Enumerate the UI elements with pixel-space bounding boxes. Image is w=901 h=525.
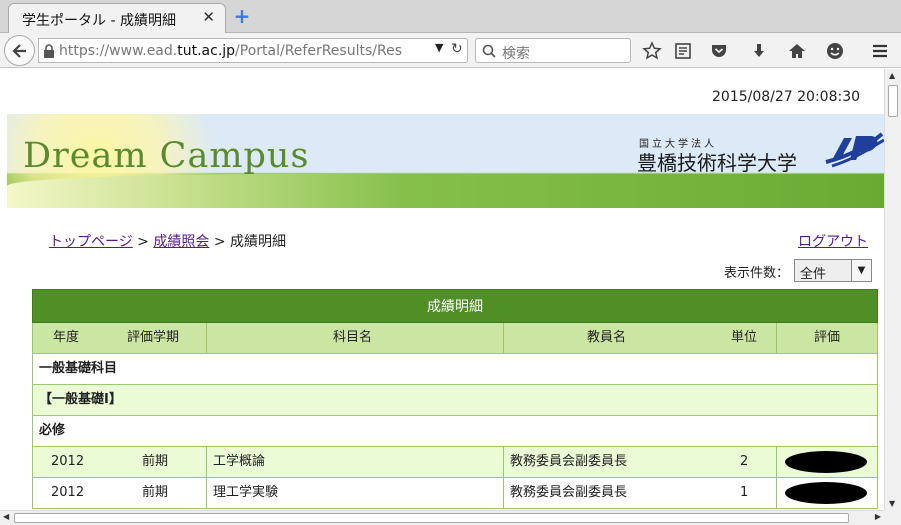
cell-year: 2012 xyxy=(51,485,85,500)
site-banner: Dream Campus 国立大学法人 豊橋技術科学大学 xyxy=(7,114,884,208)
column-divider xyxy=(503,323,504,353)
header-grade: 評価 xyxy=(814,330,841,345)
scroll-down-arrow-icon[interactable]: ▼ xyxy=(889,499,895,508)
column-divider xyxy=(776,323,777,353)
cell-term: 前期 xyxy=(142,454,169,469)
section-label: 一般基礎科目 xyxy=(39,361,118,376)
column-divider xyxy=(206,478,207,508)
column-divider xyxy=(206,447,207,477)
display-count-select[interactable]: 全件 ▼ xyxy=(794,259,872,282)
url-text: https://www.ead.tut.ac.jp/Portal/ReferRe… xyxy=(59,43,402,59)
scroll-right-arrow-icon[interactable]: ▶ xyxy=(875,512,881,521)
back-arrow-icon xyxy=(12,44,26,58)
cell-year: 2012 xyxy=(51,454,85,469)
search-icon xyxy=(482,44,496,58)
university-logo-icon xyxy=(825,132,884,168)
display-count-label: 表示件数： xyxy=(724,266,790,281)
tab-title: 学生ポータル - 成績明細 xyxy=(22,13,176,29)
category-row: 必修 xyxy=(32,416,878,447)
hello-smiley-icon[interactable] xyxy=(825,41,845,61)
cell-credits: 1 xyxy=(740,485,749,500)
vertical-scroll-thumb[interactable] xyxy=(888,85,898,117)
browser-tab[interactable]: 学生ポータル - 成績明細 ✕ xyxy=(8,3,226,33)
downloads-icon[interactable] xyxy=(749,41,769,61)
redacted-grade xyxy=(785,482,867,504)
lock-icon xyxy=(44,44,54,58)
breadcrumb-results-link[interactable]: 成績照会 xyxy=(153,234,209,250)
cell-subject: 工学概論 xyxy=(213,454,266,469)
column-divider xyxy=(503,478,504,508)
column-divider xyxy=(776,478,777,508)
banner-green-wave xyxy=(7,174,884,208)
current-datetime: 2015/08/27 20:08:30 xyxy=(712,89,861,105)
category-label: 必修 xyxy=(39,423,66,438)
close-tab-icon[interactable]: ✕ xyxy=(202,8,215,26)
redacted-grade xyxy=(785,451,867,473)
url-history-dropdown-icon[interactable]: ▼ xyxy=(435,41,443,54)
breadcrumb-separator: > xyxy=(209,234,231,250)
column-divider xyxy=(206,323,207,353)
horizontal-scrollbar[interactable]: ◀ ▶ xyxy=(0,510,884,525)
scrollbar-corner xyxy=(884,510,901,525)
scroll-left-arrow-icon[interactable]: ◀ xyxy=(3,512,9,521)
home-icon[interactable] xyxy=(787,41,807,61)
browser-tab-bar: 学生ポータル - 成績明細 ✕ + xyxy=(0,0,901,33)
reload-icon[interactable]: ↻ xyxy=(451,41,463,57)
table-row: 2012 前期 工学概論 教務委員会副委員長 2 xyxy=(32,447,878,478)
header-teacher: 教員名 xyxy=(587,330,627,345)
header-term: 評価学期 xyxy=(127,330,180,345)
header-credits: 単位 xyxy=(731,330,758,345)
breadcrumb-top-page-link[interactable]: トップページ xyxy=(49,234,133,250)
cell-credits: 2 xyxy=(740,454,749,469)
scroll-up-arrow-icon[interactable]: ▲ xyxy=(889,71,895,80)
chevron-down-icon[interactable]: ▼ xyxy=(851,260,871,281)
browser-nav-bar: https://www.ead.tut.ac.jp/Portal/ReferRe… xyxy=(0,33,901,68)
url-bar[interactable]: https://www.ead.tut.ac.jp/Portal/ReferRe… xyxy=(38,38,468,63)
new-tab-plus-icon[interactable]: + xyxy=(232,6,252,27)
table-header-row: 年度 評価学期 科目名 教員名 単位 評価 xyxy=(32,323,878,354)
subsection-label: 【一般基礎Ⅰ】 xyxy=(39,392,122,407)
horizontal-scroll-thumb[interactable] xyxy=(14,513,849,523)
table-row: 2012 前期 理工学実験 教務委員会副委員長 1 xyxy=(32,478,878,509)
section-row: 一般基礎科目 xyxy=(32,354,878,385)
back-button[interactable] xyxy=(4,35,35,66)
university-name: 豊橋技術科学大学 xyxy=(637,151,797,175)
breadcrumb: トップページ > 成績照会 > 成績明細 xyxy=(49,231,286,251)
search-bar[interactable]: 検索 xyxy=(475,38,631,63)
pocket-icon[interactable] xyxy=(709,41,729,61)
column-divider xyxy=(503,447,504,477)
breadcrumb-current: 成績明細 xyxy=(230,234,287,250)
cell-subject: 理工学実験 xyxy=(213,485,279,500)
logout-link[interactable]: ログアウト xyxy=(798,231,868,251)
reading-list-icon[interactable] xyxy=(673,41,693,61)
subsection-row: 【一般基礎Ⅰ】 xyxy=(32,385,878,416)
vertical-scrollbar[interactable]: ▲ ▼ xyxy=(884,69,901,510)
display-count-value: 全件 xyxy=(800,267,827,282)
bookmark-star-icon[interactable] xyxy=(642,41,662,61)
brand-logo-text: Dream Campus xyxy=(23,136,310,176)
breadcrumb-separator: > xyxy=(132,234,154,250)
page-viewport: 2015/08/27 20:08:30 Dream Campus 国立大学法人 … xyxy=(0,69,884,510)
cell-teacher: 教務委員会副委員長 xyxy=(510,454,628,469)
cell-term: 前期 xyxy=(142,485,169,500)
column-divider xyxy=(776,447,777,477)
cell-teacher: 教務委員会副委員長 xyxy=(510,485,628,500)
search-placeholder: 検索 xyxy=(502,46,530,62)
header-subject: 科目名 xyxy=(333,330,373,345)
grades-table: 成績明細 年度 評価学期 科目名 教員名 単位 評価 一般基礎科目 【一般基礎Ⅰ… xyxy=(32,289,878,509)
header-year: 年度 xyxy=(53,330,80,345)
table-title: 成績明細 xyxy=(32,289,878,323)
menu-hamburger-icon[interactable] xyxy=(870,41,890,61)
